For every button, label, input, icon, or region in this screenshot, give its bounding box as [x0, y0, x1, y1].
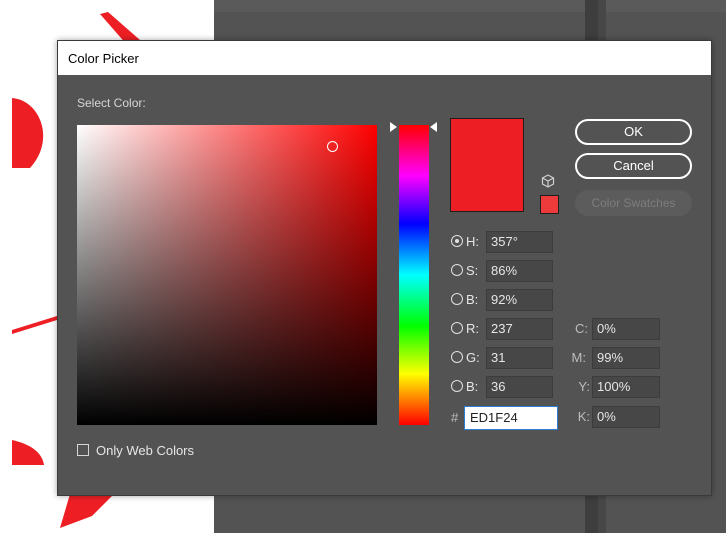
hue-slider-left-arrow[interactable]: [390, 122, 397, 132]
hue-input[interactable]: 357°: [486, 231, 553, 253]
yellow-input[interactable]: 100%: [592, 376, 660, 398]
cyan-input[interactable]: 0%: [592, 318, 660, 340]
select-color-label: Select Color:: [77, 96, 146, 110]
blue-radio[interactable]: [451, 380, 463, 392]
green-radio[interactable]: [451, 351, 463, 363]
saturation-label: S:: [466, 263, 479, 278]
hex-symbol: #: [451, 410, 459, 425]
brightness-radio[interactable]: [451, 293, 463, 305]
green-input[interactable]: 31: [486, 347, 553, 369]
black-input[interactable]: 0%: [592, 406, 660, 428]
cyan-label: C:: [575, 321, 588, 336]
green-label: G:: [466, 350, 480, 365]
color-field[interactable]: [77, 125, 377, 425]
yellow-label: Y:: [578, 379, 590, 394]
only-web-colors-label: Only Web Colors: [96, 443, 195, 458]
color-field-marker[interactable]: [327, 141, 338, 152]
red-input[interactable]: 237: [486, 318, 553, 340]
hue-slider[interactable]: [399, 125, 429, 425]
blue-label: B:: [466, 379, 479, 394]
workspace-top-strip: [214, 0, 726, 12]
hex-input[interactable]: ED1F24: [464, 406, 558, 430]
saturation-radio[interactable]: [451, 264, 463, 276]
color-picker-dialog: Color Picker Select Color: OK Cancel Col…: [57, 40, 712, 496]
magenta-label: M:: [571, 350, 586, 365]
color-preview: [450, 118, 524, 212]
brightness-input[interactable]: 92%: [486, 289, 553, 311]
black-label: K:: [577, 409, 590, 424]
hue-slider-right-arrow[interactable]: [430, 122, 437, 132]
gamut-warning-swatch[interactable]: [540, 195, 559, 214]
cancel-button[interactable]: Cancel: [575, 153, 692, 179]
hue-radio[interactable]: [451, 235, 463, 247]
magenta-input[interactable]: 99%: [592, 347, 660, 369]
hue-label: H:: [466, 234, 479, 249]
brightness-label: B:: [466, 292, 479, 307]
dialog-title: Color Picker: [68, 51, 139, 66]
blue-input[interactable]: 36: [486, 376, 553, 398]
saturation-input[interactable]: 86%: [486, 260, 553, 282]
red-radio[interactable]: [451, 322, 463, 334]
dialog-titlebar[interactable]: Color Picker: [58, 41, 711, 75]
only-web-colors-checkbox[interactable]: [77, 444, 89, 456]
color-swatches-button[interactable]: Color Swatches: [575, 190, 692, 216]
ok-button[interactable]: OK: [575, 119, 692, 145]
red-label: R:: [466, 321, 479, 336]
cube-icon[interactable]: [541, 174, 555, 188]
